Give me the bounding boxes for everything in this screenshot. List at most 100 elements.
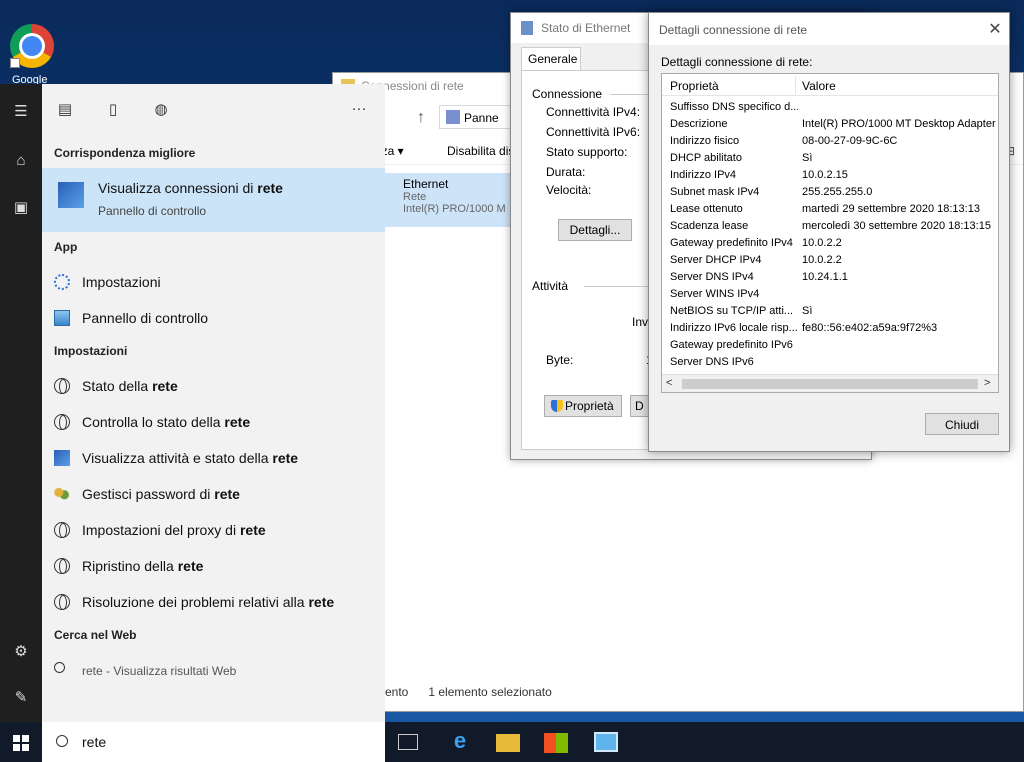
- best-match-item[interactable]: Visualizza connessioni di rete Pannello …: [42, 168, 385, 232]
- row-value: 255.255.255.0: [802, 186, 873, 198]
- list-item[interactable]: NetBIOS su TCP/IP atti... Sì: [662, 303, 998, 320]
- ethernet-adapter-tile[interactable]: Ethernet Rete Intel(R) PRO/1000 M: [385, 173, 521, 227]
- start-button[interactable]: [0, 722, 42, 762]
- row-property: Gateway predefinito IPv6: [670, 339, 793, 351]
- status-bar: ento 1 elemento selezionato: [385, 685, 552, 699]
- row-value: Intel(R) PRO/1000 MT Desktop Adapter: [802, 118, 996, 130]
- properties-label: Proprietà: [565, 399, 614, 413]
- column-property[interactable]: Proprietà: [670, 79, 719, 93]
- row-property: Indirizzo fisico: [670, 135, 740, 147]
- settings-item-view-activity[interactable]: Visualizza attività e stato della rete: [42, 441, 385, 475]
- scroll-right-icon[interactable]: >: [984, 377, 990, 389]
- row-property: Server WINS IPv4: [670, 288, 760, 300]
- task-view-icon[interactable]: [398, 734, 418, 750]
- close-button[interactable]: Chiudi: [925, 413, 999, 435]
- item-label: Controlla lo stato della rete: [82, 414, 251, 430]
- edge-icon[interactable]: e: [448, 728, 472, 753]
- row-property: Suffisso DNS specifico d...: [670, 101, 798, 113]
- row-property: Server DNS IPv4: [670, 271, 754, 283]
- disable-device-command[interactable]: Disabilita dis: [447, 144, 514, 158]
- settings-item-network-status[interactable]: Stato della rete: [42, 369, 385, 403]
- taskbar-search-box[interactable]: rete: [42, 722, 385, 762]
- item-count: ento: [385, 685, 409, 699]
- best-match-title: Visualizza connessioni di rete: [98, 180, 283, 196]
- column-separator[interactable]: [795, 76, 796, 94]
- settings-item-proxy[interactable]: Impostazioni del proxy di rete: [42, 513, 385, 547]
- app-item-settings[interactable]: Impostazioni: [42, 265, 385, 299]
- dialog-title: Dettagli connessione di rete: [649, 13, 1009, 45]
- field-media: Stato supporto:: [546, 145, 628, 159]
- connection-details-dialog: Dettagli connessione di rete ✕ Dettagli …: [648, 12, 1010, 452]
- list-item[interactable]: Indirizzo IPv6 locale risp... fe80::56:e4…: [662, 320, 998, 337]
- app-item-control-panel[interactable]: Pannello di controllo: [42, 301, 385, 335]
- field-speed: Velocità:: [546, 183, 592, 197]
- file-explorer-icon[interactable]: [496, 734, 520, 752]
- properties-button[interactable]: Proprietà: [544, 395, 622, 417]
- web-search-item[interactable]: rete - Visualizza risultati Web: [42, 653, 385, 687]
- adapter-device: Intel(R) PRO/1000 M: [403, 203, 506, 215]
- activity-group-label: Attività: [532, 279, 569, 293]
- home-icon[interactable]: ⌂: [0, 144, 42, 178]
- more-options-icon[interactable]: ···: [348, 100, 370, 122]
- hamburger-menu-icon[interactable]: ☰: [0, 94, 42, 128]
- list-item[interactable]: Indirizzo fisico 08-00-27-09-9C-6C: [662, 133, 998, 150]
- settings-item-manage-passwords[interactable]: Gestisci password di rete: [42, 477, 385, 511]
- item-label: Gestisci password di rete: [82, 486, 240, 502]
- documents-scope-icon[interactable]: ▯: [102, 100, 124, 122]
- details-list[interactable]: Proprietà Valore Suffisso DNS specifico …: [661, 73, 999, 393]
- list-item[interactable]: Server DNS IPv4 10.24.1.1: [662, 269, 998, 286]
- globe-icon: [54, 558, 70, 574]
- list-header: Proprietà Valore: [662, 74, 998, 96]
- row-property: Subnet mask IPv4: [670, 186, 760, 198]
- list-item[interactable]: Gateway predefinito IPv6: [662, 337, 998, 354]
- settings-item-check-status[interactable]: Controlla lo stato della rete: [42, 405, 385, 439]
- settings-item-troubleshoot[interactable]: Risoluzione dei problemi relativi alla r…: [42, 585, 385, 619]
- disable-label: D: [635, 399, 644, 413]
- network-connections-taskbar-icon[interactable]: [594, 732, 618, 752]
- selection-count: 1 elemento selezionato: [428, 685, 552, 699]
- connection-group-label: Connessione: [532, 87, 603, 101]
- list-item[interactable]: Lease ottenuto martedì 29 settembre 2020 …: [662, 201, 998, 218]
- settings-item-reset[interactable]: Ripristino della rete: [42, 549, 385, 583]
- column-value[interactable]: Valore: [802, 79, 836, 93]
- close-icon[interactable]: ✕: [985, 19, 1005, 39]
- horizontal-scrollbar[interactable]: < >: [662, 374, 998, 392]
- list-item[interactable]: Scadenza lease mercoledì 30 settembre 202…: [662, 218, 998, 235]
- credentials-icon: [54, 486, 70, 502]
- tab-general[interactable]: Generale: [521, 47, 581, 71]
- list-item[interactable]: Descrizione Intel(R) PRO/1000 MT Desktop …: [662, 116, 998, 133]
- gear-icon[interactable]: ⚙: [0, 634, 42, 668]
- row-value: 10.0.2.15: [802, 169, 848, 181]
- start-left-rail: ☰ ⌂ ▣ ⚙ ✎: [0, 84, 42, 722]
- address-text: Panne: [464, 111, 499, 125]
- list-item[interactable]: Indirizzo IPv4 10.0.2.15: [662, 167, 998, 184]
- search-input[interactable]: rete: [82, 734, 106, 750]
- field-ipv4: Connettività IPv4:: [546, 105, 641, 119]
- list-item[interactable]: Suffisso DNS specifico d...: [662, 99, 998, 116]
- row-value: 10.0.2.2: [802, 237, 842, 249]
- row-value: Sì: [802, 305, 813, 317]
- feedback-icon[interactable]: ✎: [0, 680, 42, 714]
- list-item[interactable]: Gateway predefinito IPv4 10.0.2.2: [662, 235, 998, 252]
- search-icon: [56, 735, 68, 747]
- settings-gear-icon: [54, 274, 70, 290]
- web-header: Cerca nel Web: [54, 628, 137, 642]
- item-label: Stato della rete: [82, 378, 178, 394]
- row-value: Sì: [802, 152, 813, 164]
- list-item[interactable]: DHCP abilitato Sì: [662, 150, 998, 167]
- list-item[interactable]: Server DNS IPv6: [662, 354, 998, 371]
- row-value: 08-00-27-09-9C-6C: [802, 135, 898, 147]
- list-item[interactable]: Subnet mask IPv4 255.255.255.0: [662, 184, 998, 201]
- scrollbar-thumb[interactable]: [682, 379, 978, 389]
- scroll-left-icon[interactable]: <: [666, 377, 672, 389]
- document-icon[interactable]: ▣: [0, 190, 42, 224]
- apps-scope-icon[interactable]: ▤: [54, 100, 76, 122]
- apps-header: App: [54, 240, 78, 254]
- up-arrow-icon[interactable]: ↑: [417, 109, 425, 127]
- row-value: mercoledì 30 settembre 2020 18:13:15: [802, 220, 991, 232]
- list-item[interactable]: Server WINS IPv4: [662, 286, 998, 303]
- details-button[interactable]: Dettagli...: [558, 219, 632, 241]
- list-item[interactable]: Server DHCP IPv4 10.0.2.2: [662, 252, 998, 269]
- store-icon[interactable]: [544, 733, 568, 753]
- web-scope-icon[interactable]: ◍: [150, 100, 172, 122]
